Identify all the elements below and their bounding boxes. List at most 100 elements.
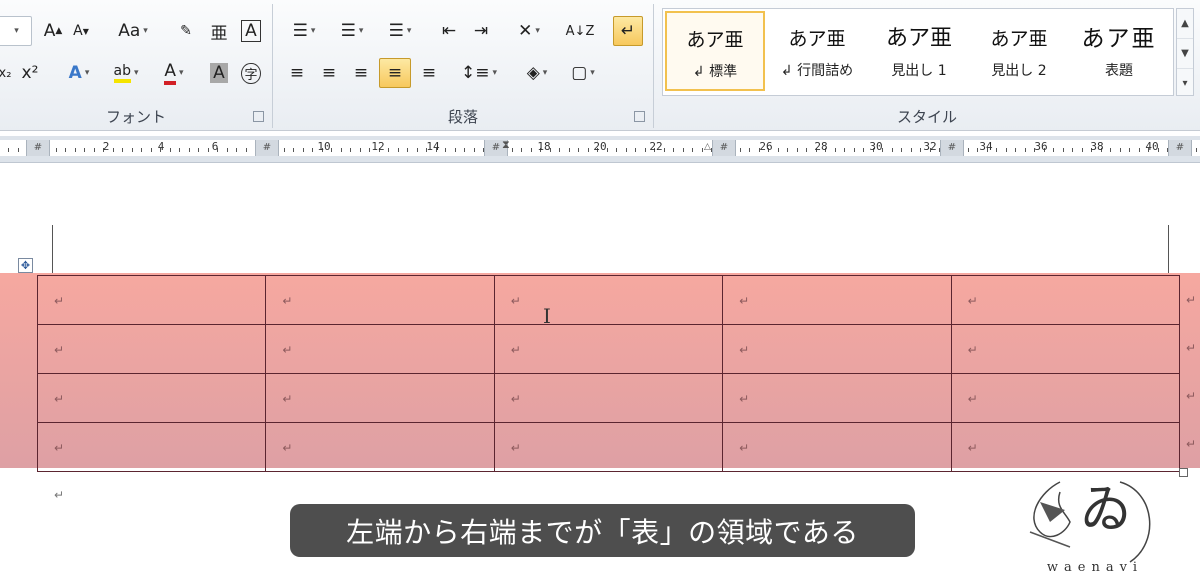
asian-layout-button[interactable]: ✕ ▾: [509, 16, 549, 46]
style-sample: あア亜: [1081, 26, 1157, 52]
multilevel-list-button[interactable]: ☰ ▾: [379, 16, 421, 46]
table-move-handle-icon[interactable]: ✥: [18, 258, 33, 273]
line-spacing-button[interactable]: ↕≡ ▾: [459, 58, 499, 88]
style-heading-2[interactable]: あア亜 見出し 2: [969, 11, 1069, 91]
character-border-button[interactable]: A: [238, 16, 264, 46]
enclose-characters-icon: 字: [241, 62, 261, 84]
highlight-icon: ab: [113, 63, 131, 83]
table-cell[interactable]: ↵: [493, 422, 724, 472]
table-cell[interactable]: ↵: [950, 324, 1181, 374]
subscript-button[interactable]: x₂: [0, 58, 14, 88]
column-marker[interactable]: #: [255, 140, 279, 156]
ruler-tick: [777, 148, 779, 152]
table-cell[interactable]: ↵: [722, 422, 952, 472]
change-case-button[interactable]: Aa ▾: [112, 16, 154, 46]
style-normal[interactable]: あア亜 ↲ 標準: [665, 11, 765, 91]
column-marker[interactable]: #: [26, 140, 50, 156]
grow-font-button[interactable]: A ▲: [40, 16, 66, 46]
paragraph-dialog-launcher-icon[interactable]: [634, 111, 645, 122]
table-cell[interactable]: ↵: [265, 422, 495, 472]
shrink-font-button[interactable]: A ▼: [68, 16, 94, 46]
table-cell[interactable]: ↵: [722, 324, 952, 374]
style-gallery: あア亜 ↲ 標準 あア亜 ↲ 行間詰め あア亜 見出し 1 あア亜 見出し 2 …: [662, 8, 1174, 96]
center-button[interactable]: ≡: [315, 58, 343, 88]
style-sample: あア亜: [990, 28, 1048, 50]
column-marker[interactable]: #: [940, 140, 964, 156]
phonetic-guide-button[interactable]: 亜: [206, 16, 232, 46]
ruler-number: 14: [426, 140, 440, 153]
distributed-button[interactable]: ≡: [415, 58, 443, 88]
table-cell[interactable]: ↵: [493, 275, 724, 325]
table-cell[interactable]: ↵: [265, 275, 495, 325]
style-heading-1[interactable]: あア亜 見出し 1: [869, 11, 969, 91]
justify-button[interactable]: ≡: [379, 58, 411, 88]
style-no-spacing[interactable]: あア亜 ↲ 行間詰め: [767, 11, 867, 91]
table-cell[interactable]: ↵: [265, 373, 495, 423]
ruler-tick: [996, 148, 997, 152]
ruler-tick: [1081, 148, 1083, 152]
ruler-tick: [1195, 148, 1197, 152]
scroll-up-icon[interactable]: ▲: [1177, 9, 1193, 39]
end-of-cell-mark: ↵: [282, 441, 293, 455]
column-marker[interactable]: #: [1168, 140, 1192, 156]
font-size-box[interactable]: ▾: [0, 16, 32, 46]
sort-button[interactable]: A↓Z: [565, 16, 595, 46]
highlight-button[interactable]: ab ▾: [104, 58, 148, 88]
style-title[interactable]: あア亜 表題: [1069, 11, 1169, 91]
table-cell[interactable]: ↵: [493, 324, 724, 374]
end-of-cell-mark: ↵: [54, 294, 65, 308]
ruler-tick: [701, 148, 703, 152]
ruler-tick: [578, 148, 579, 152]
asian-layout-icon: ✕: [518, 21, 533, 41]
table-cell[interactable]: ↵: [950, 275, 1181, 325]
ruler-tick: [1138, 148, 1140, 152]
indent-marker-icon[interactable]: ⧗: [502, 138, 510, 152]
ruler-tick: [350, 148, 351, 152]
spell-check-button[interactable]: ✎: [172, 16, 200, 46]
ruler-tick: [464, 148, 465, 152]
table-cell[interactable]: ↵: [36, 275, 267, 325]
ruler-tick: [207, 148, 209, 152]
align-right-button[interactable]: ≡: [347, 58, 375, 88]
ruler-tick: [1062, 148, 1064, 152]
shading-button[interactable]: ◈ ▾: [517, 58, 557, 88]
tab-marker-icon[interactable]: △: [704, 142, 711, 152]
horizontal-ruler[interactable]: 2 4 6 10 12 14 18 20 22 26 28 30 32 34 36 38 40 # # # # …: [0, 136, 1200, 163]
table-cell[interactable]: ↵: [36, 373, 267, 423]
enclose-characters-button[interactable]: 字: [238, 58, 264, 88]
scroll-down-icon[interactable]: ▼: [1177, 39, 1193, 69]
end-of-row-mark: ↵: [1185, 293, 1196, 307]
table-cell[interactable]: ↵: [36, 422, 267, 472]
font-color-button[interactable]: A ▾: [152, 58, 196, 88]
ruler-tick: [454, 148, 456, 152]
table-cell[interactable]: ↵: [950, 373, 1181, 423]
font-dialog-launcher-icon[interactable]: [253, 111, 264, 122]
bullets-button[interactable]: ☰ ▾: [283, 16, 325, 46]
table-cell[interactable]: ↵: [722, 373, 952, 423]
end-of-cell-mark: ↵: [54, 343, 65, 357]
end-of-cell-mark: ↵: [739, 441, 750, 455]
numbering-button[interactable]: ☰ ▾: [331, 16, 373, 46]
table-cell[interactable]: ↵: [36, 324, 267, 374]
column-marker[interactable]: #: [712, 140, 736, 156]
superscript-button[interactable]: x²: [16, 58, 44, 88]
table-cell[interactable]: ↵: [722, 275, 952, 325]
show-hide-marks-button[interactable]: ↵: [613, 16, 643, 46]
table-cell[interactable]: ↵: [265, 324, 495, 374]
borders-button[interactable]: ▢ ▾: [563, 58, 603, 88]
paragraph-group: ☰ ▾ ☰ ▾ ☰ ▾ ⇤ ⇥ ✕ ▾ A↓Z ↵ ≡ ≡ ≡ ≡ ≡ ↕≡ ▾ ◈ ▾ ▢…: [273, 0, 653, 130]
ruler-tick: [644, 148, 646, 152]
style-name: ↲ 標準: [692, 64, 738, 80]
increase-indent-button[interactable]: ⇥: [467, 16, 495, 46]
decrease-indent-icon: ⇤: [441, 21, 457, 41]
character-shading-button[interactable]: A: [206, 58, 232, 88]
text-effects-button[interactable]: A ▾: [60, 58, 98, 88]
table-cell[interactable]: ↵: [493, 373, 724, 423]
font-color-icon: A: [164, 61, 177, 85]
align-left-button[interactable]: ≡: [283, 58, 311, 88]
more-styles-icon[interactable]: ▾: [1177, 69, 1193, 98]
end-of-cell-mark: ↵: [282, 392, 293, 406]
table-resize-handle[interactable]: [1179, 468, 1188, 477]
justify-icon: ≡: [387, 63, 403, 83]
decrease-indent-button[interactable]: ⇤: [435, 16, 463, 46]
